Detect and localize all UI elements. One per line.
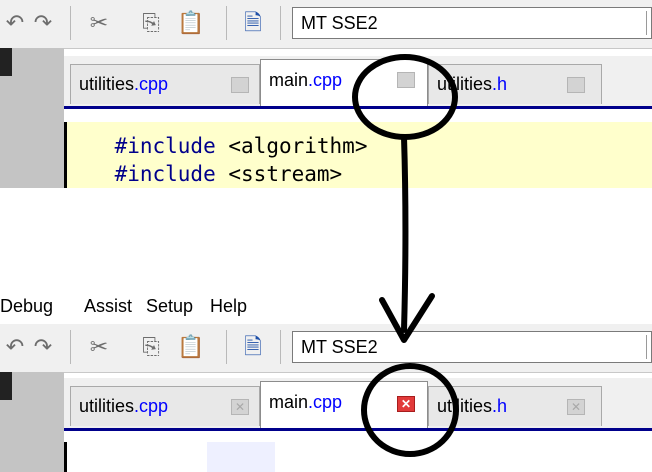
toolbar: ↶ ↷ ✂ ⎘ 📋 🗎 MT SSE2 (0, 0, 652, 49)
toolbar-separator (226, 330, 227, 364)
copy-icon[interactable]: ⎘ (136, 8, 166, 38)
tab-ext: .h (492, 396, 508, 416)
include-arg: <sstream> (228, 162, 343, 186)
tab-strip: utilities.cpp main.cpp utilities.h (64, 56, 652, 108)
tab-utilities-h[interactable]: utilities.h ✕ (428, 386, 602, 426)
tab-name: main (269, 392, 309, 412)
undo-icon[interactable]: ↶ (0, 332, 30, 362)
toolbar: ↶ ↷ ✂ ⎘ 📋 🗎 MT SSE2 (0, 324, 652, 373)
new-file-icon[interactable]: 🗎 (238, 8, 268, 38)
redo-icon[interactable]: ↷ (28, 332, 58, 362)
redo-icon[interactable]: ↷ (28, 8, 58, 38)
before-panel: ↶ ↷ ✂ ⎘ 📋 🗎 MT SSE2 utilities.cpp main.c… (0, 0, 652, 188)
tab-underline (64, 106, 652, 109)
left-pane (0, 372, 64, 472)
tab-name: utilities (79, 396, 135, 416)
tab-utilities-cpp[interactable]: utilities.cpp ✕ (70, 386, 260, 426)
tab-utilities-cpp[interactable]: utilities.cpp (70, 64, 260, 104)
code-line: #include <sstream> (64, 162, 343, 186)
menu-assist[interactable]: Assist (84, 296, 132, 317)
paste-icon[interactable]: 📋 (176, 332, 206, 362)
tab-name: utilities (79, 74, 135, 94)
selection-highlight (207, 442, 275, 472)
pane-marker (0, 372, 12, 400)
toolbar-separator (70, 6, 71, 40)
menu-debug[interactable]: Debug (0, 296, 53, 317)
paste-icon[interactable]: 📋 (176, 8, 206, 38)
toolbar-separator (226, 6, 227, 40)
close-tab-icon[interactable] (231, 77, 249, 93)
new-file-icon[interactable]: 🗎 (238, 332, 268, 362)
close-tab-icon[interactable]: ✕ (567, 399, 585, 415)
tab-name: main (269, 70, 309, 90)
menu-help[interactable]: Help (210, 296, 247, 317)
menu-setup[interactable]: Setup (146, 296, 193, 317)
copy-icon[interactable]: ⎘ (136, 332, 166, 362)
toolbar-separator (280, 330, 281, 364)
tab-underline (64, 428, 652, 431)
left-pane (0, 48, 64, 188)
tab-ext: .cpp (134, 74, 169, 94)
include-directive: #include (114, 162, 216, 186)
tab-ext: .h (492, 74, 508, 94)
build-config-select[interactable]: MT SSE2 (292, 331, 652, 363)
include-arg: <algorithm> (228, 134, 368, 158)
build-config-value: MT SSE2 (301, 13, 378, 33)
build-config-value: MT SSE2 (301, 337, 378, 357)
tab-utilities-h[interactable]: utilities.h (428, 64, 602, 104)
cut-icon[interactable]: ✂ (84, 332, 114, 362)
include-directive: #include (114, 134, 216, 158)
code-editor[interactable] (64, 442, 652, 472)
tab-name: utilities (437, 396, 493, 416)
close-tab-icon[interactable] (397, 72, 415, 88)
close-tab-icon[interactable]: ✕ (231, 399, 249, 415)
after-panel: Debug Assist Setup Help ↶ ↷ ✂ ⎘ 📋 🗎 MT S… (0, 282, 652, 472)
pane-marker (0, 48, 12, 76)
code-line: #include <algorithm> (64, 134, 368, 158)
close-tab-icon[interactable] (567, 77, 585, 93)
build-config-select[interactable]: MT SSE2 (292, 7, 652, 39)
tab-ext: .cpp (308, 392, 343, 412)
tab-ext: .cpp (134, 396, 169, 416)
undo-icon[interactable]: ↶ (0, 8, 30, 38)
close-tab-icon[interactable]: ✕ (397, 396, 415, 412)
toolbar-separator (70, 330, 71, 364)
toolbar-separator (280, 6, 281, 40)
tab-strip: utilities.cpp ✕ main.cpp ✕ utilities.h ✕ (64, 378, 652, 430)
tab-main-cpp[interactable]: main.cpp ✕ (260, 381, 428, 428)
tab-name: utilities (437, 74, 493, 94)
tab-main-cpp[interactable]: main.cpp (260, 59, 428, 106)
menu-bar: Debug Assist Setup Help (0, 282, 652, 324)
tab-ext: .cpp (308, 70, 343, 90)
cut-icon[interactable]: ✂ (84, 8, 114, 38)
